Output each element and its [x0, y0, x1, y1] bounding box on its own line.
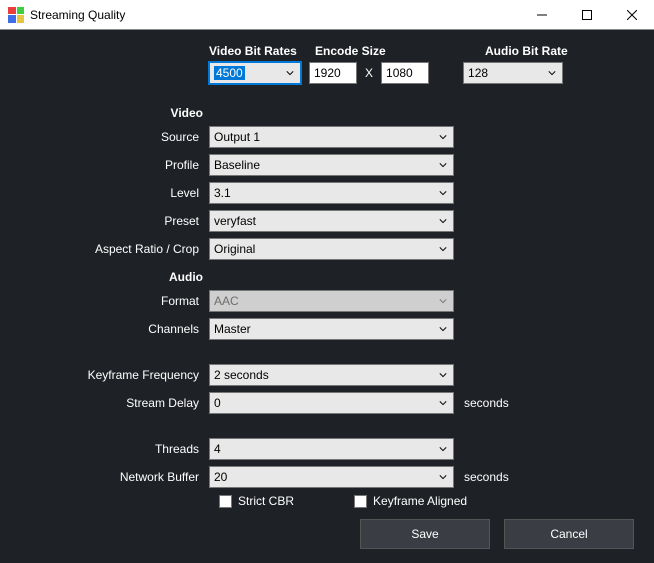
profile-value: Baseline [214, 158, 260, 172]
save-button[interactable]: Save [360, 519, 490, 549]
chevron-down-icon [435, 211, 451, 231]
strict-cbr-label: Strict CBR [238, 494, 294, 508]
video-bitrate-value: 4500 [214, 66, 245, 80]
profile-select[interactable]: Baseline [209, 154, 454, 176]
chevron-down-icon [435, 467, 451, 487]
chevron-down-icon [435, 239, 451, 259]
chevron-down-icon [435, 127, 451, 147]
checkbox-box [354, 495, 367, 508]
label-network-buffer: Network Buffer [24, 470, 209, 484]
chevron-down-icon [435, 393, 451, 413]
threads-value: 4 [214, 442, 221, 456]
encode-width-value: 1920 [314, 66, 341, 80]
dialog-footer: Save Cancel [360, 519, 634, 549]
network-buffer-value: 20 [214, 470, 227, 484]
stream-delay-value: 0 [214, 396, 221, 410]
audio-bitrate-value: 128 [468, 66, 488, 80]
minimize-icon [537, 10, 547, 20]
minimize-button[interactable] [519, 0, 564, 30]
window-title: Streaming Quality [30, 8, 125, 22]
keyframe-aligned-checkbox[interactable]: Keyframe Aligned [354, 494, 467, 508]
maximize-icon [582, 10, 592, 20]
label-aspect: Aspect Ratio / Crop [24, 242, 209, 256]
encode-height-input[interactable]: 1080 [381, 62, 429, 84]
encode-width-input[interactable]: 1920 [309, 62, 357, 84]
maximize-button[interactable] [564, 0, 609, 30]
preset-value: veryfast [214, 214, 256, 228]
chevron-down-icon [435, 155, 451, 175]
header-video-bitrates: Video Bit Rates [209, 44, 305, 58]
chevron-down-icon [282, 63, 298, 83]
encode-x-label: X [365, 66, 373, 80]
label-profile: Profile [24, 158, 209, 172]
chevron-down-icon [435, 291, 451, 311]
level-value: 3.1 [214, 186, 231, 200]
aspect-value: Original [214, 242, 255, 256]
chevron-down-icon [435, 439, 451, 459]
stream-delay-select[interactable]: 0 [209, 392, 454, 414]
titlebar: Streaming Quality [0, 0, 654, 30]
section-audio: Audio [24, 270, 209, 284]
chevron-down-icon [435, 319, 451, 339]
source-value: Output 1 [214, 130, 260, 144]
label-threads: Threads [24, 442, 209, 456]
level-select[interactable]: 3.1 [209, 182, 454, 204]
keyframe-freq-value: 2 seconds [214, 368, 269, 382]
format-value: AAC [214, 294, 239, 308]
channels-value: Master [214, 322, 251, 336]
chevron-down-icon [544, 63, 560, 83]
channels-select[interactable]: Master [209, 318, 454, 340]
threads-select[interactable]: 4 [209, 438, 454, 460]
video-bitrate-select[interactable]: 4500 [209, 62, 301, 84]
label-level: Level [24, 186, 209, 200]
close-button[interactable] [609, 0, 654, 30]
chevron-down-icon [435, 183, 451, 203]
label-channels: Channels [24, 322, 209, 336]
cancel-button[interactable]: Cancel [504, 519, 634, 549]
top-controls: 4500 1920 X 1080 128 [24, 62, 630, 84]
section-video: Video [24, 106, 209, 120]
strict-cbr-checkbox[interactable]: Strict CBR [219, 494, 294, 508]
keyframe-freq-select[interactable]: 2 seconds [209, 364, 454, 386]
aspect-select[interactable]: Original [209, 238, 454, 260]
dialog-content: Video Bit Rates Encode Size Audio Bit Ra… [0, 30, 654, 508]
checkbox-box [219, 495, 232, 508]
stream-delay-units: seconds [464, 396, 509, 410]
label-stream-delay: Stream Delay [24, 396, 209, 410]
audio-bitrate-select[interactable]: 128 [463, 62, 563, 84]
network-buffer-units: seconds [464, 470, 509, 484]
label-keyframe-freq: Keyframe Frequency [24, 368, 209, 382]
network-buffer-select[interactable]: 20 [209, 466, 454, 488]
column-headers: Video Bit Rates Encode Size Audio Bit Ra… [24, 44, 630, 58]
chevron-down-icon [435, 365, 451, 385]
app-icon [8, 7, 24, 23]
keyframe-aligned-label: Keyframe Aligned [373, 494, 467, 508]
close-icon [627, 10, 637, 20]
header-encode-size: Encode Size [315, 44, 485, 58]
encode-height-value: 1080 [386, 66, 413, 80]
format-select[interactable]: AAC [209, 290, 454, 312]
label-format: Format [24, 294, 209, 308]
header-audio-bitrate: Audio Bit Rate [485, 44, 585, 58]
label-preset: Preset [24, 214, 209, 228]
label-source: Source [24, 130, 209, 144]
preset-select[interactable]: veryfast [209, 210, 454, 232]
source-select[interactable]: Output 1 [209, 126, 454, 148]
